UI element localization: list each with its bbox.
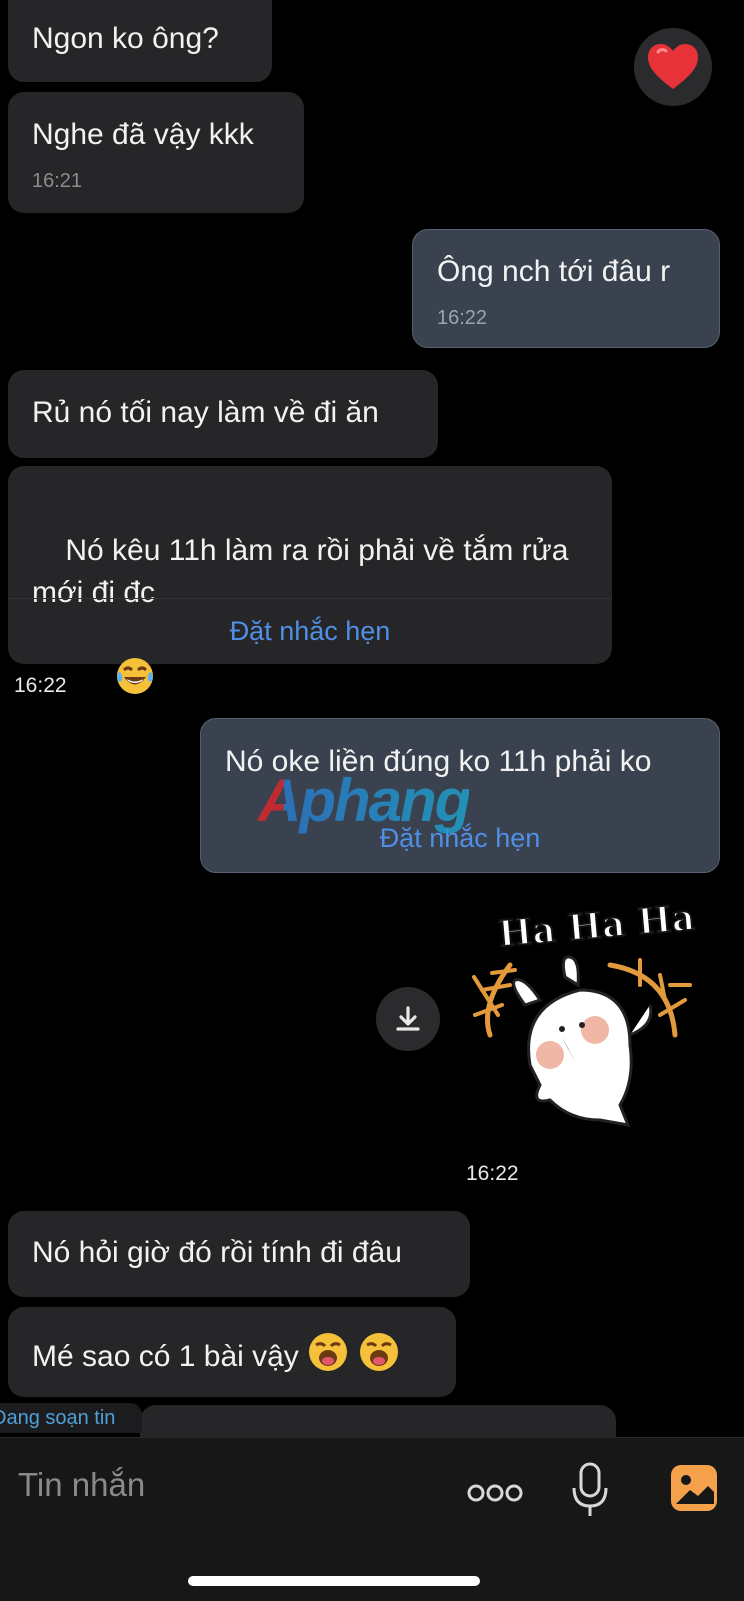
microphone-button[interactable] xyxy=(570,1460,610,1524)
composer-bar: Tin nhắn xyxy=(0,1437,744,1601)
yawning-face-emoji-icon xyxy=(307,1331,349,1385)
message-bubble-incoming[interactable]: Ngon ko ông? xyxy=(8,0,272,82)
more-button[interactable] xyxy=(466,1478,524,1508)
message-bubble-incoming[interactable]: Nó kêu 11h làm ra rồi phải về tắm rửa mớ… xyxy=(8,466,612,694)
image-button[interactable] xyxy=(668,1462,720,1514)
more-icon xyxy=(467,1484,523,1502)
message-bubble-incoming[interactable]: Nghe đã vậy kkk 16:21 xyxy=(8,92,304,213)
message-text: Mé sao có 1 bài vậy xyxy=(32,1331,400,1385)
message-time: 16:21 xyxy=(32,170,83,192)
microphone-icon xyxy=(572,1462,608,1516)
bubble-divider xyxy=(8,598,612,599)
message-text: Ngon ko ông? xyxy=(32,22,219,55)
bunny-sticker-icon xyxy=(472,955,692,1127)
message-text: Nó hỏi giờ đó rồi tính đi đâu xyxy=(32,1236,402,1269)
message-bubble-outgoing[interactable]: Ông nch tới đâu r 16:22 xyxy=(412,229,720,348)
home-indicator xyxy=(188,1576,480,1586)
sticker-time: 16:22 xyxy=(466,1162,519,1185)
message-text: Nghe đã vậy kkk xyxy=(32,118,254,151)
download-icon xyxy=(396,1006,420,1031)
sticker-image[interactable]: Ha Ha Ha xyxy=(470,895,710,1135)
message-time: 16:22 xyxy=(14,674,67,697)
message-input[interactable]: Tin nhắn xyxy=(18,1466,438,1520)
message-text-content: Mé sao có 1 bài vậy xyxy=(32,1339,299,1373)
message-time: 16:22 xyxy=(437,307,488,329)
message-text: Rủ nó tối nay làm về đi ăn xyxy=(32,396,379,429)
message-bubble-incoming[interactable]: Mé sao có 1 bài vậy xyxy=(8,1307,456,1397)
typing-indicator-text: Đang soạn tin xyxy=(0,1407,116,1429)
watermark-logo: Aphang xyxy=(258,767,471,834)
image-icon xyxy=(671,1465,717,1511)
heart-icon xyxy=(648,44,698,89)
message-bubble-incoming[interactable]: Rủ nó tối nay làm về đi ăn xyxy=(8,370,438,458)
typing-indicator: Đang soạn tin xyxy=(0,1403,142,1433)
message-text: Ông nch tới đâu r xyxy=(437,255,671,288)
message-bubble-incoming[interactable]: Nó hỏi giờ đó rồi tính đi đâu xyxy=(8,1211,470,1297)
download-button[interactable] xyxy=(376,987,440,1051)
heart-reaction-button[interactable] xyxy=(634,28,712,106)
yawning-face-emoji-icon xyxy=(358,1331,400,1385)
set-reminder-link[interactable]: Đặt nhắc hẹn xyxy=(8,616,612,647)
